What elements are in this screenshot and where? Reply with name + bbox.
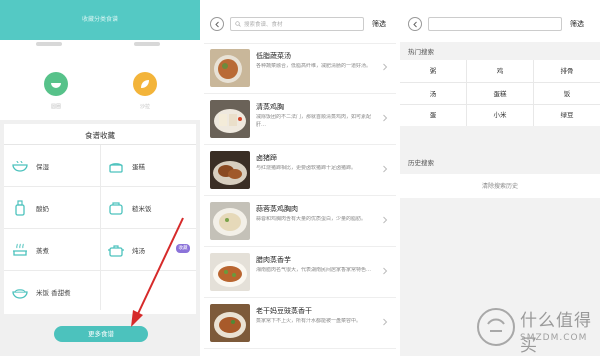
leaf-icon [141, 80, 149, 88]
recipe-home-panel: 收藏分类食谱 圆圈 沙拉 食谱收藏 保湿 蛋糕 酸奶 糙米饭 蒸煮 炖汤 收藏 … [0, 0, 200, 356]
recipe-row[interactable]: 清蒸鸡胸 减除饭团的不二法门，那就首顺清蒸鸡肉，如可素配肝… [204, 95, 396, 145]
category-item[interactable]: 米饭 香甜煮 [10, 272, 102, 312]
category-label: 酸奶 [36, 205, 49, 213]
rice-bowl-icon [10, 282, 30, 302]
favorite-badge: 收藏 [176, 244, 190, 253]
hot-search-item[interactable]: 排骨 [534, 60, 600, 82]
chevron-right-icon [383, 114, 388, 122]
category-item[interactable]: 糙米饭 [106, 188, 198, 228]
feature-button-right[interactable] [133, 72, 157, 96]
search-input[interactable] [428, 17, 562, 31]
search-bar-area: 搜索食谱、食材 筛选 [204, 0, 396, 44]
recipe-description: 减除饭团的不二法门，那就首顺清蒸鸡肉，如可素配肝… [256, 114, 372, 128]
category-item[interactable]: 蛋糕 [106, 146, 198, 186]
bowl-icon [10, 156, 30, 176]
search-icon [235, 21, 241, 27]
bottle-icon [10, 198, 30, 218]
chevron-right-icon [383, 318, 388, 326]
cake-icon [106, 156, 126, 176]
search-bar-area: 筛选 [400, 0, 600, 42]
recipe-thumbnail [210, 49, 250, 87]
recipe-description: 蒸家常下不上火，所有汁水都能被一盘菜容中。 [256, 318, 362, 324]
hot-search-item[interactable]: 小米 [467, 104, 533, 126]
screenshot-root: 收藏分类食谱 圆圈 沙拉 食谱收藏 保湿 蛋糕 酸奶 糙米饭 蒸煮 炖汤 收藏 … [0, 0, 600, 356]
chevron-left-icon [412, 21, 417, 27]
recipe-thumbnail [210, 253, 250, 291]
back-button[interactable] [408, 17, 422, 31]
category-label: 米饭 香甜煮 [36, 289, 71, 297]
stew-pot-icon [106, 240, 126, 260]
chevron-left-icon [214, 21, 219, 27]
recipe-title: 清蒸鸡胸 [256, 103, 284, 111]
recipe-thumbnail [210, 151, 250, 189]
recipe-row[interactable]: 蒜蓉蒸鸡胸肉 蒜蓉和鸡胸肉含有大量的优质蛋白，少量的脂肪。 [204, 197, 396, 247]
favorites-title: 食谱收藏 [85, 131, 115, 140]
filter-button[interactable]: 筛选 [372, 19, 386, 29]
back-button[interactable] [210, 17, 224, 31]
steam-pot-icon [10, 240, 30, 260]
app-header: 收藏分类食谱 [0, 0, 200, 40]
hot-search-item[interactable]: 鸡 [467, 60, 533, 82]
recipe-title: 腊肉蒸香芋 [256, 256, 291, 264]
search-placeholder: 搜索食谱、食材 [244, 22, 283, 28]
hot-search-item[interactable]: 蛋糕 [467, 83, 533, 105]
clear-history-button[interactable]: 清除搜索历史 [400, 181, 600, 190]
category-item[interactable]: 酸奶 [10, 188, 102, 228]
category-label: 炖汤 [132, 247, 145, 255]
hot-search-item[interactable]: 粥 [400, 60, 466, 82]
hot-search-item[interactable]: 饭 [534, 83, 600, 105]
recipe-search-results-panel: 搜索食谱、食材 筛选 低脂蔬菜汤 各种蔬菜融合，低脂高纤维，减肥清肠的一道好汤。… [204, 0, 396, 356]
recipe-description: 蒜蓉和鸡胸肉含有大量的优质蛋白，少量的脂肪。 [256, 216, 367, 222]
recipe-thumbnail [210, 304, 250, 342]
category-label: 蛋糕 [132, 163, 145, 171]
category-label: 糙米饭 [132, 205, 152, 213]
grid-divider [4, 270, 196, 271]
chevron-right-icon [383, 267, 388, 275]
category-label: 蒸煮 [36, 247, 49, 255]
recipe-description: 与红烧猪蹄相比，更要卤软猪蹄十足卤猪蹄。 [256, 165, 357, 171]
grid-divider [4, 186, 196, 187]
grid-divider [4, 228, 196, 229]
hot-search-item[interactable]: 绿豆 [534, 104, 600, 126]
recipe-title: 低脂蔬菜汤 [256, 52, 291, 60]
category-item[interactable]: 蒸煮 [10, 230, 102, 270]
chevron-right-icon [383, 216, 388, 224]
feature-label-left: 圆圈 [50, 104, 61, 110]
recipe-thumbnail [210, 202, 250, 240]
header-title: 收藏分类食谱 [81, 16, 118, 23]
recipe-thumbnail [210, 100, 250, 138]
recipe-row[interactable]: 老干妈豆豉蒸香干 蒸家常下不上火，所有汁水都能被一盘菜容中。 [204, 299, 396, 349]
recipe-description: 湘南腊肉名气很大，代表湖南民间居家香家常特色… [256, 267, 372, 273]
watermark-text: 什么值得买 [520, 311, 592, 356]
feature-button-left[interactable] [44, 72, 68, 96]
recipe-title: 蒜蓉蒸鸡胸肉 [256, 205, 298, 213]
recipe-row[interactable]: 卤猪蹄 与红烧猪蹄相比，更要卤软猪蹄十足卤猪蹄。 [204, 146, 396, 196]
filter-button[interactable]: 筛选 [570, 19, 584, 29]
band-tab-left [36, 42, 62, 46]
recipe-title: 老干妈豆豉蒸香干 [256, 307, 312, 315]
band-tab-right [134, 42, 160, 46]
category-label: 保湿 [36, 163, 49, 171]
category-item[interactable]: 保湿 [10, 146, 102, 186]
recipe-row[interactable]: 腊肉蒸香芋 湘南腊肉名气很大，代表湖南民间居家香家常特色… [204, 248, 396, 298]
hot-search-item[interactable]: 汤 [400, 83, 466, 105]
recipe-title: 卤猪蹄 [256, 154, 277, 162]
recipe-row[interactable]: 低脂蔬菜汤 各种蔬菜融合，低脂高纤维，减肥清肠的一道好汤。 [204, 44, 396, 94]
hot-search-title: 热门搜索 [408, 48, 434, 56]
chevron-right-icon [383, 63, 388, 71]
hot-search-item[interactable]: 蛋 [400, 104, 466, 126]
history-search-title: 历史搜索 [408, 159, 434, 167]
rice-cooker-icon [106, 198, 126, 218]
recipe-description: 各种蔬菜融合，低脂高纤维，减肥清肠的一道好汤。 [256, 63, 372, 69]
bowl-icon [51, 83, 61, 88]
feature-label-right: 沙拉 [139, 104, 150, 110]
featured-band [0, 40, 200, 120]
chevron-right-icon [383, 165, 388, 173]
watermark-url: SMZDM.COM [520, 333, 588, 343]
search-input[interactable]: 搜索食谱、食材 [230, 17, 364, 31]
more-recipes-button[interactable]: 更多食谱 [54, 326, 148, 342]
